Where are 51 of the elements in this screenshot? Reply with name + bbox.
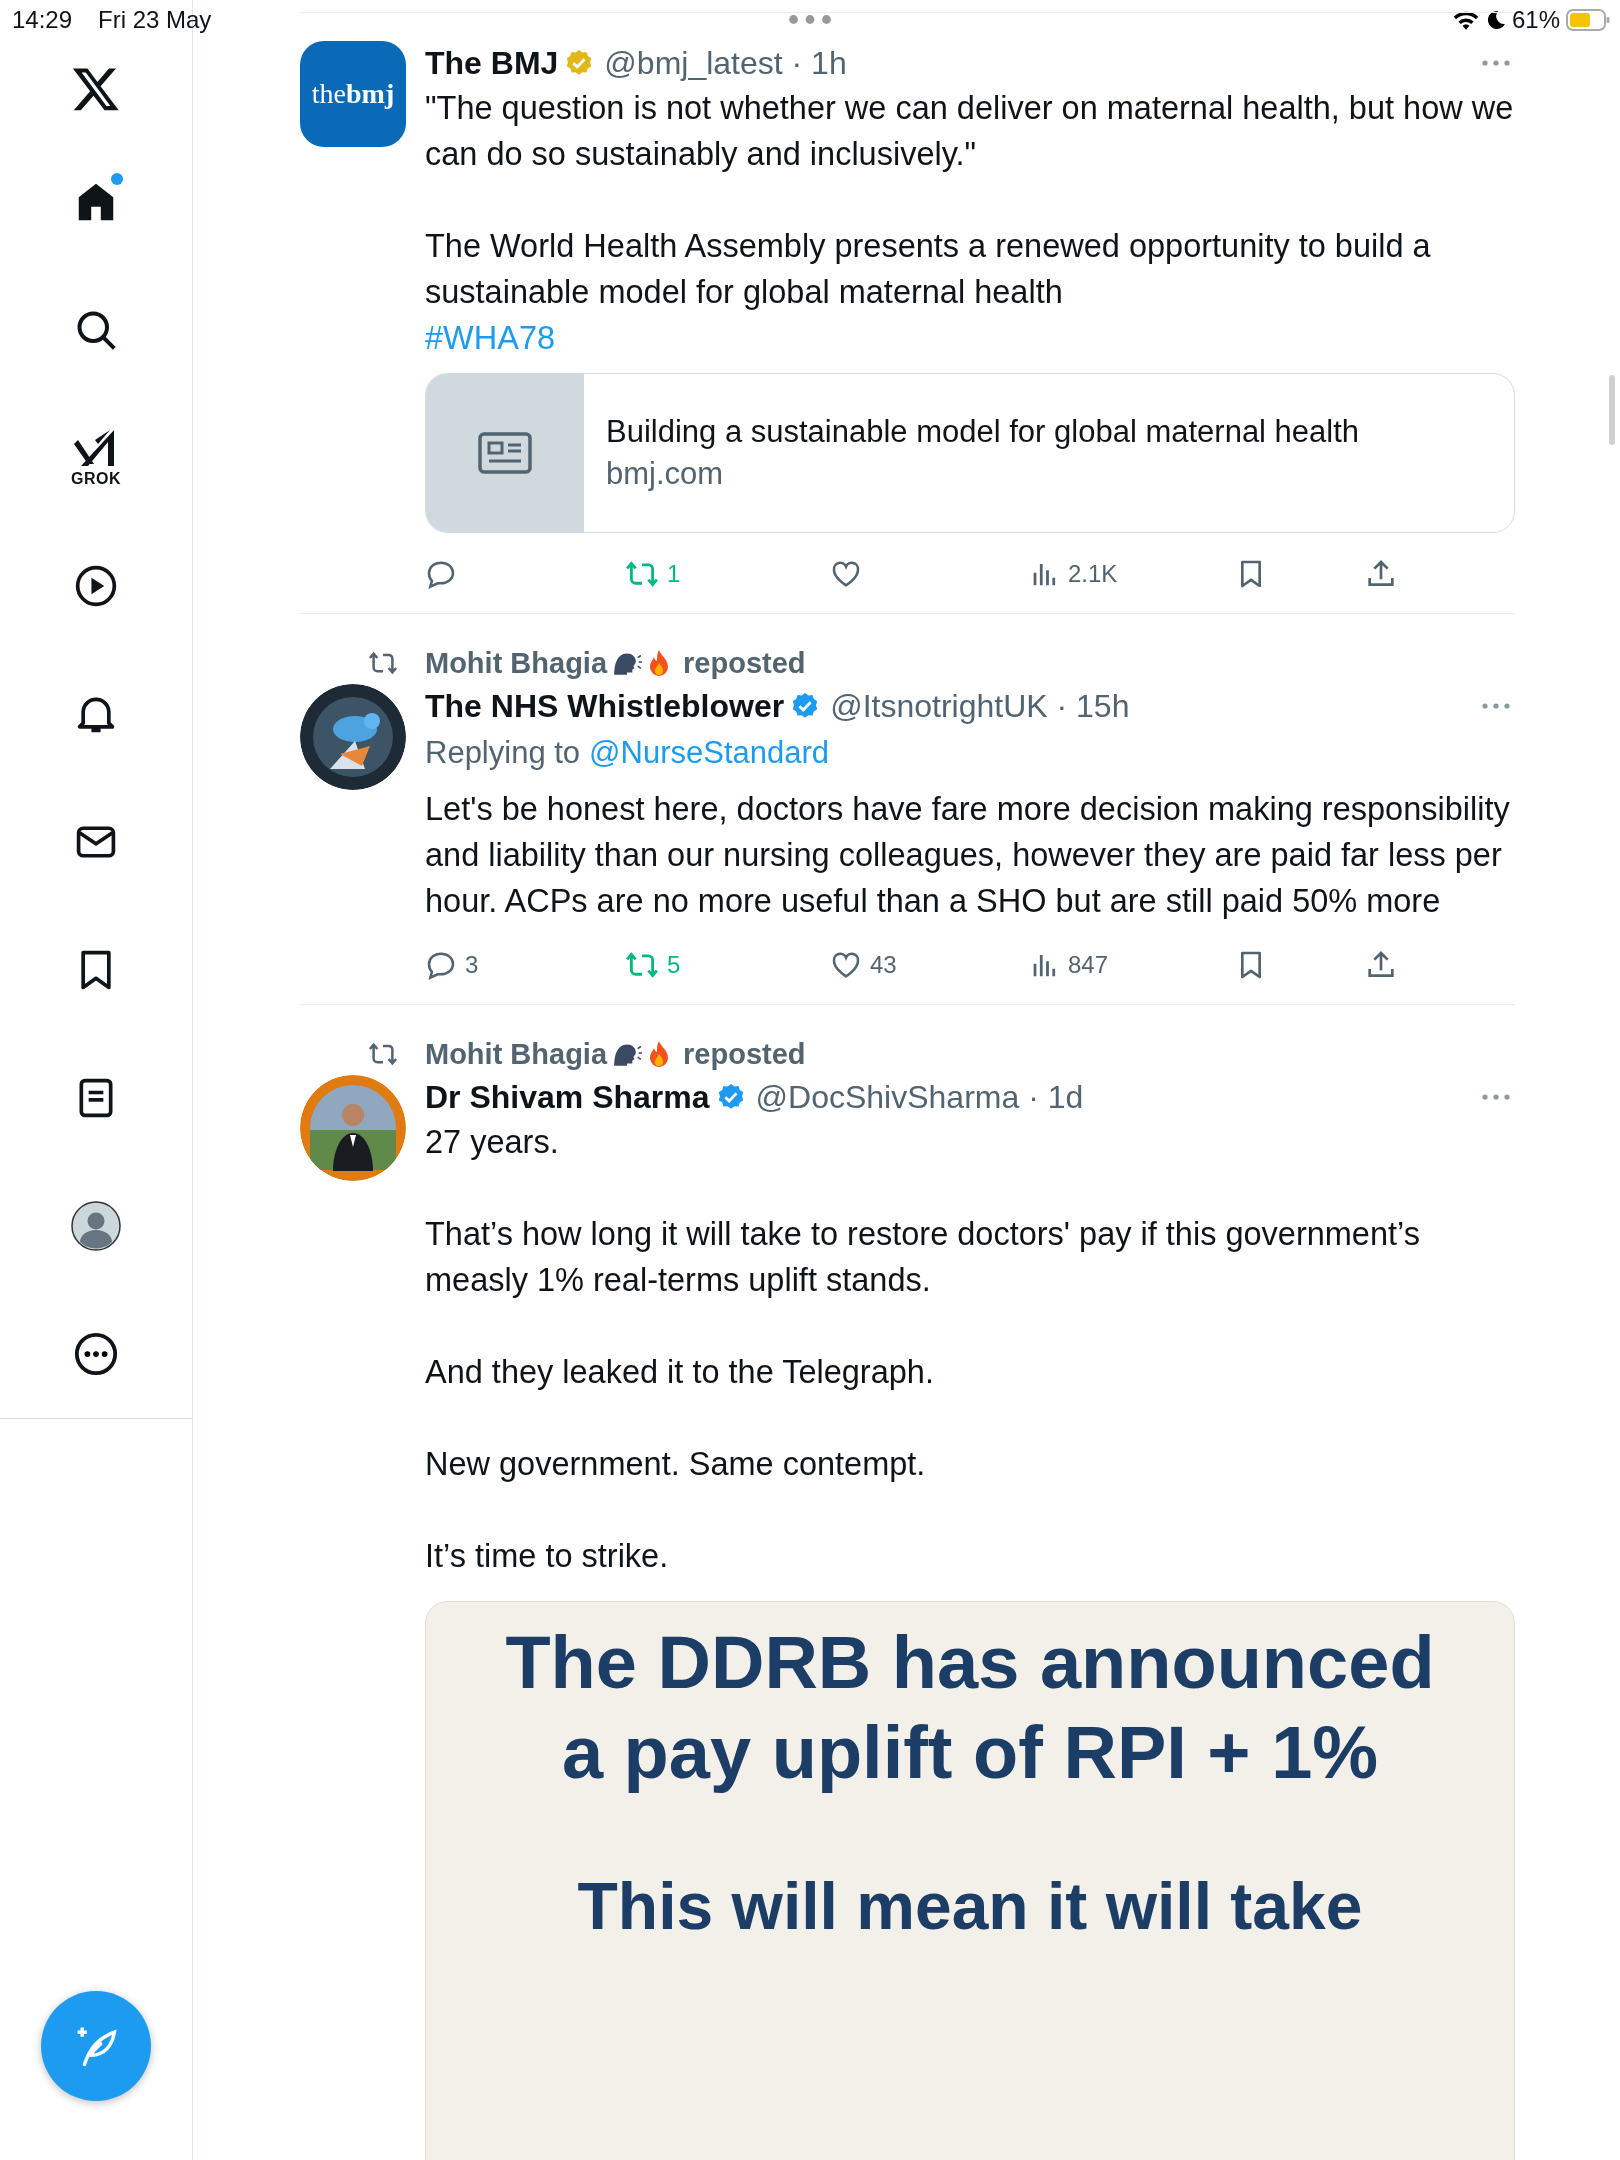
card-title: Building a sustainable model for global maternal health bbox=[606, 414, 1360, 450]
tweet-text: 27 years. bbox=[425, 1123, 560, 1162]
speech-bubble-icon bbox=[425, 558, 457, 590]
grok-button[interactable]: GROK bbox=[71, 428, 121, 488]
views-button[interactable]: 847 bbox=[1030, 950, 1109, 980]
article-icon bbox=[478, 432, 532, 474]
tweet-text: New government. Same contempt. bbox=[425, 1445, 927, 1484]
tweet-text: "The question is not whether we can deliver on maternal health, but how we can do so sustainably and inclusively." bbox=[425, 89, 1515, 174]
graphic-subline: This will mean it will take bbox=[577, 1868, 1363, 1945]
tweet-text: That’s how long it will take to restore doctors' pay if this government’s measly 1% real-terms uplift stands. bbox=[425, 1215, 1421, 1300]
more-options-icon[interactable] bbox=[1481, 702, 1511, 710]
reply-button[interactable]: 3 bbox=[425, 949, 479, 981]
link-card[interactable]: Building a sustainable model for global maternal health bmj.com bbox=[425, 373, 1515, 533]
handle-and-time: @bmj_latest · 1h bbox=[604, 44, 847, 82]
more-icon[interactable] bbox=[73, 1331, 119, 1377]
author-name[interactable]: The NHS Whistleblower bbox=[425, 687, 785, 725]
graphic-headline: The DDRB has announced bbox=[505, 1620, 1435, 1706]
more-options-icon[interactable] bbox=[1481, 59, 1511, 67]
bmj-logo-avatar[interactable]: thebmj bbox=[300, 41, 406, 147]
repost-label: reposted bbox=[683, 1037, 806, 1071]
reposter-name[interactable]: Mohit Bhagia bbox=[425, 646, 608, 680]
replying-to-label: Replying to bbox=[425, 735, 581, 771]
compose-button[interactable] bbox=[41, 1991, 151, 2101]
graphic-headline: a pay uplift of RPI + 1% bbox=[561, 1710, 1379, 1796]
tweet-text: Let's be honest here, doctors have fare more decision making responsibility and liability than our nursing colleagues, however they are paid far less per hour. ACPs are no more useful than a SHO but are still paid 50% more bbox=[425, 790, 1511, 921]
multitask-handle-icon[interactable] bbox=[788, 14, 832, 25]
handle-and-time: @ItsnotrightUK · 15h bbox=[830, 687, 1130, 725]
play-icon[interactable] bbox=[74, 564, 118, 608]
like-button[interactable]: 43 bbox=[830, 949, 897, 981]
reply-button[interactable] bbox=[425, 558, 457, 590]
repost-label: reposted bbox=[683, 646, 806, 680]
tweet-text: It’s time to strike. bbox=[425, 1537, 670, 1576]
moon-icon bbox=[1485, 10, 1506, 30]
speech-bubble-icon bbox=[425, 949, 457, 981]
tweet-text: And they leaked it to the Telegraph. bbox=[425, 1353, 935, 1392]
author-name[interactable]: Dr Shivam Sharma bbox=[425, 1078, 710, 1116]
battery-icon bbox=[1566, 9, 1610, 31]
reposter-name[interactable]: Mohit Bhagia bbox=[425, 1037, 608, 1071]
status-date: Fri 23 May bbox=[98, 6, 212, 34]
tweet-text: The World Health Assembly presents a renewed opportunity to build a sustainable model for global maternal health bbox=[425, 227, 1432, 312]
profile-avatar-icon[interactable] bbox=[71, 1201, 121, 1251]
handle-and-time: @DocShivSharma · 1d bbox=[755, 1078, 1084, 1116]
more-options-icon[interactable] bbox=[1481, 1093, 1511, 1101]
card-domain: bmj.com bbox=[606, 456, 725, 492]
search-icon[interactable] bbox=[74, 308, 118, 352]
battery-percentage: 61% bbox=[1511, 6, 1560, 34]
author-name[interactable]: The BMJ bbox=[425, 44, 559, 82]
status-time: 14:29 bbox=[12, 6, 73, 34]
announcement-graphic[interactable]: The DDRB has announced a pay uplift of RPI + 1% This will mean it will take bbox=[425, 1601, 1515, 2160]
views-button[interactable]: 2.1K bbox=[1030, 559, 1118, 589]
scroll-indicator bbox=[1609, 375, 1615, 445]
